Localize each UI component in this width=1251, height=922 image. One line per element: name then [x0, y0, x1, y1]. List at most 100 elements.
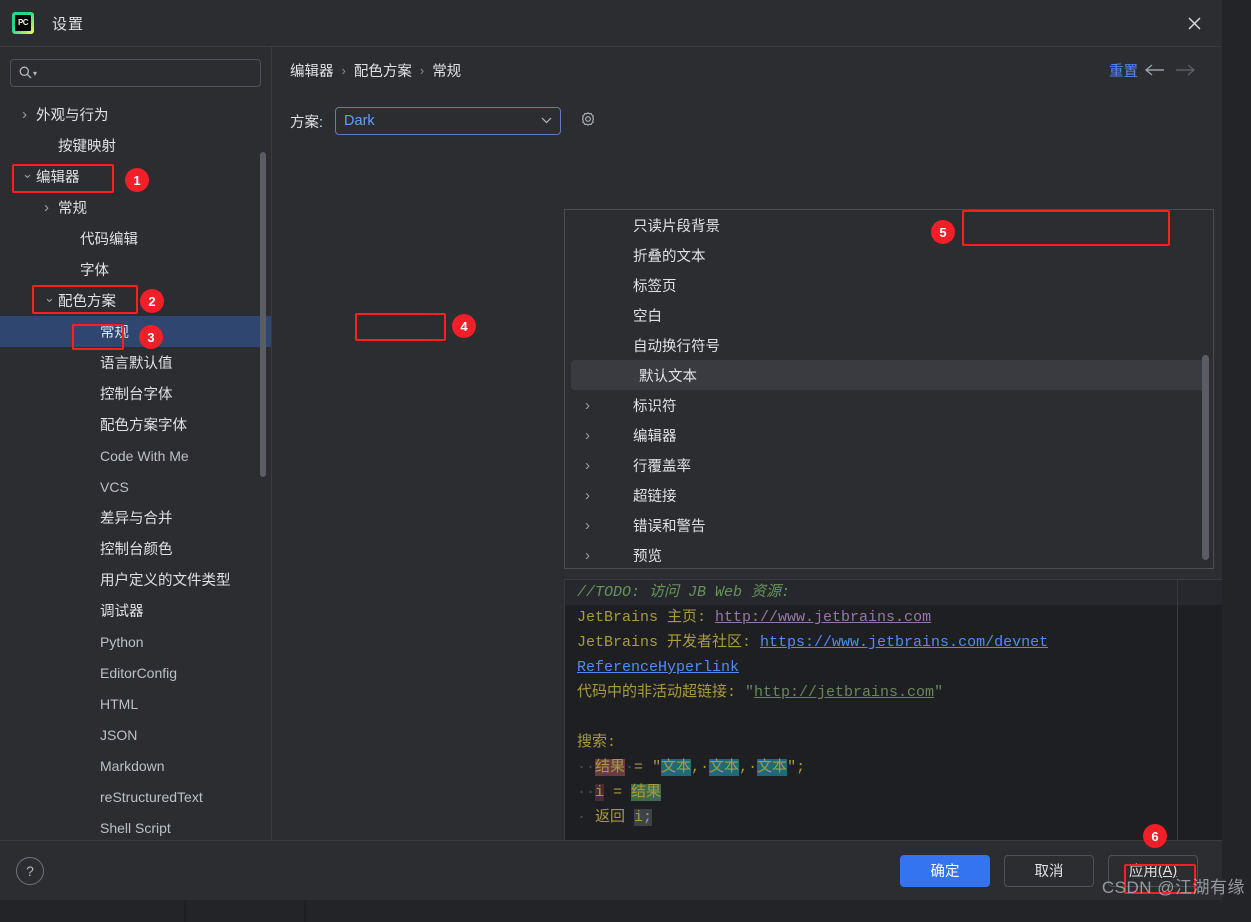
- sidebar-item-label: Python: [100, 633, 144, 650]
- scheme-value: Dark: [344, 113, 375, 129]
- chevron-right-icon[interactable]: ›: [585, 428, 590, 443]
- preview-token: ·: [577, 809, 587, 826]
- annotation-badge-1: 1: [125, 168, 149, 192]
- sidebar-item-9[interactable]: 控制台字体: [0, 378, 271, 409]
- attribute-item-label: 折叠的文本: [633, 248, 706, 265]
- preview-line-8: ··i = 结果: [565, 780, 1222, 805]
- sidebar-item-14[interactable]: 控制台颜色: [0, 533, 271, 564]
- attribute-item-7[interactable]: › 编辑器: [565, 420, 1213, 450]
- chevron-down-icon: [541, 116, 552, 127]
- close-icon[interactable]: [1180, 9, 1208, 37]
- preview-token: ,·: [739, 759, 758, 776]
- attribute-item-6[interactable]: › 标识符: [565, 390, 1213, 420]
- reset-link[interactable]: 重置: [1109, 60, 1138, 81]
- preview-token: ,·: [691, 759, 710, 776]
- attribute-item-9[interactable]: › 超链接: [565, 480, 1213, 510]
- sidebar-item-label: Shell Script: [100, 819, 171, 836]
- search-wrap: ▾: [0, 47, 271, 95]
- sidebar-item-4[interactable]: 代码编辑: [0, 223, 271, 254]
- sidebar-item-7[interactable]: 常规: [0, 316, 271, 347]
- sidebar-item-19[interactable]: HTML: [0, 688, 271, 719]
- sidebar-item-13[interactable]: 差异与合并: [0, 502, 271, 533]
- sidebar-item-label: 代码编辑: [80, 232, 138, 248]
- chevron-right-icon[interactable]: ›: [585, 548, 590, 563]
- sidebar-item-17[interactable]: Python: [0, 626, 271, 657]
- sidebar-item-20[interactable]: JSON: [0, 719, 271, 750]
- attribute-item-3[interactable]: 空白: [565, 300, 1213, 330]
- screen-root: PC 设置 ▾ › 外观与行为 按键映射 ⌄ 编辑器 › 常规 代码编辑 字体 …: [0, 0, 1251, 922]
- search-dropdown-icon[interactable]: ▾: [33, 69, 37, 78]
- preview-token: JetBrains 开发者社区:: [577, 634, 761, 651]
- scheme-select[interactable]: Dark: [335, 107, 562, 135]
- preview-token: ··: [577, 759, 596, 776]
- search-box[interactable]: ▾: [10, 59, 261, 87]
- cancel-button[interactable]: 取消: [1004, 854, 1094, 887]
- sidebar-item-22[interactable]: reStructuredText: [0, 781, 271, 812]
- chevron-down-icon[interactable]: [44, 294, 55, 308]
- preview-token: ": [934, 684, 944, 701]
- sidebar-item-label: JSON: [100, 726, 138, 743]
- preview-token: i: [595, 784, 605, 801]
- chevron-right-icon[interactable]: ›: [585, 398, 590, 413]
- sidebar-item-5[interactable]: 字体: [0, 254, 271, 285]
- sidebar-item-8[interactable]: 语言默认值: [0, 347, 271, 378]
- settings-dialog: PC 设置 ▾ › 外观与行为 按键映射 ⌄ 编辑器 › 常规 代码编辑 字体 …: [0, 0, 1222, 900]
- sidebar-scrollbar[interactable]: [260, 152, 266, 477]
- sidebar-item-3[interactable]: 常规: [0, 192, 271, 223]
- sidebar-item-11[interactable]: Code With Me: [0, 440, 271, 471]
- sidebar-item-label: VCS: [100, 478, 129, 495]
- attribute-item-label: 自动换行符号: [633, 338, 720, 355]
- breadcrumb-item-1[interactable]: 配色方案: [354, 60, 412, 81]
- preview-token: http://www.jetbrains.com: [715, 609, 932, 626]
- sidebar-item-label: 编辑器: [36, 170, 80, 186]
- preview-line-0: //TODO: 访问 JB Web 资源:: [565, 580, 1222, 605]
- ok-button[interactable]: 确定: [900, 854, 990, 887]
- sidebar-item-12[interactable]: VCS: [0, 471, 271, 502]
- attribute-item-0[interactable]: 只读片段背景: [565, 210, 1213, 240]
- attribute-item-10[interactable]: › 错误和警告: [565, 510, 1213, 540]
- sidebar-item-15[interactable]: 用户定义的文件类型: [0, 564, 271, 595]
- search-icon: [19, 66, 32, 81]
- sidebar-item-16[interactable]: 调试器: [0, 595, 271, 626]
- settings-category-tree: 外观与行为按键映射编辑器常规代码编辑字体配色方案常规语言默认值控制台字体配色方案…: [0, 99, 271, 840]
- back-arrow-icon[interactable]: [1138, 56, 1170, 84]
- sidebar-item-label: HTML: [100, 695, 139, 712]
- chevron-right-icon[interactable]: ›: [585, 488, 590, 503]
- sidebar-item-label: 常规: [58, 201, 87, 217]
- search-input[interactable]: [41, 65, 252, 81]
- chevron-right-icon[interactable]: [44, 200, 49, 215]
- gear-icon[interactable]: [579, 110, 597, 133]
- annotation-badge-4: 4: [452, 314, 476, 338]
- preview-token: =: [634, 759, 653, 776]
- preview-token: JetBrains 主页:: [577, 609, 716, 626]
- attribute-item-label: 编辑器: [633, 428, 677, 445]
- sidebar-item-label: 语言默认值: [100, 356, 173, 372]
- sidebar-item-18[interactable]: EditorConfig: [0, 657, 271, 688]
- chevron-right-icon[interactable]: ›: [585, 458, 590, 473]
- color-preview-editor[interactable]: //TODO: 访问 JB Web 资源: JetBrains 主页: http:…: [564, 579, 1222, 840]
- sidebar-item-23[interactable]: Shell Script: [0, 812, 271, 840]
- chevron-right-icon[interactable]: ›: [585, 518, 590, 533]
- attribute-item-1[interactable]: 折叠的文本: [565, 240, 1213, 270]
- sidebar-item-10[interactable]: 配色方案字体: [0, 409, 271, 440]
- chevron-right-icon[interactable]: [22, 107, 27, 122]
- attribute-item-label: 预览: [633, 548, 662, 565]
- color-attributes-panel: 只读片段背景 折叠的文本 标签页 空白 自动换行符号 默认文本 › 标识符 › 编辑器 › 行覆盖率 ›…: [564, 209, 1214, 569]
- sidebar-item-0[interactable]: 外观与行为: [0, 99, 271, 130]
- breadcrumb-item-0[interactable]: 编辑器: [290, 60, 334, 81]
- sidebar-item-21[interactable]: Markdown: [0, 750, 271, 781]
- sidebar-item-6[interactable]: 配色方案: [0, 285, 271, 316]
- attribute-item-5[interactable]: 默认文本: [571, 360, 1207, 390]
- help-icon[interactable]: ?: [16, 856, 44, 885]
- attribute-item-11[interactable]: › 预览: [565, 540, 1213, 568]
- attributes-scrollbar[interactable]: [1202, 355, 1209, 560]
- preview-line-1: JetBrains 主页: http://www.jetbrains.com: [565, 605, 1222, 630]
- attribute-item-2[interactable]: 标签页: [565, 270, 1213, 300]
- forward-arrow-icon[interactable]: [1170, 56, 1202, 84]
- sidebar-item-1[interactable]: 按键映射: [0, 130, 271, 161]
- chevron-down-icon[interactable]: [22, 170, 33, 184]
- attribute-item-4[interactable]: 自动换行符号: [565, 330, 1213, 360]
- attribute-item-8[interactable]: › 行覆盖率: [565, 450, 1213, 480]
- breadcrumb-item-2: 常规: [432, 63, 462, 80]
- preview-line-5: [565, 705, 1222, 730]
